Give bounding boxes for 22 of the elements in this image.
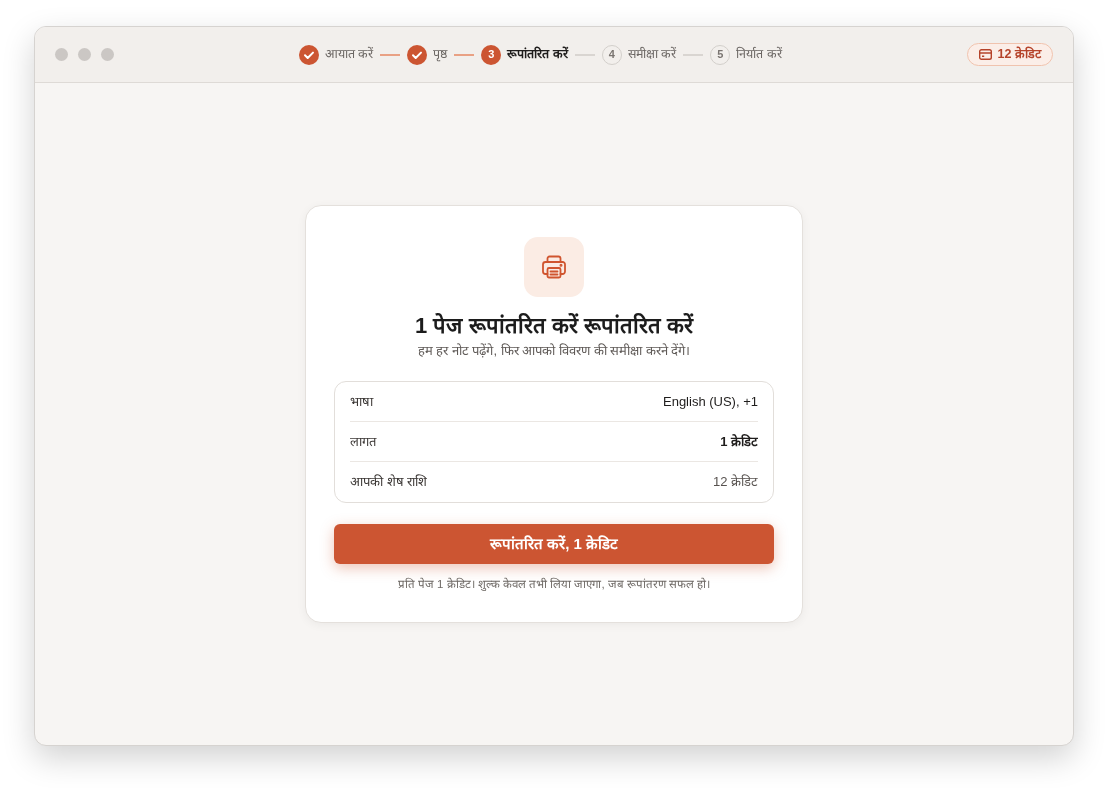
- step-number: 3: [481, 44, 502, 65]
- step-label: पृष्ठ: [433, 46, 448, 64]
- card-icon: [978, 49, 992, 60]
- step-label: समीक्षा करें: [627, 45, 677, 64]
- step-label: निर्यात करें: [736, 45, 782, 64]
- close-window-icon[interactable]: [55, 48, 68, 61]
- detail-label: लागत: [350, 432, 376, 451]
- step-label: आयात करें: [324, 45, 374, 64]
- step-label: रूपांतरित करें: [507, 45, 568, 64]
- footnote-text: प्रति पेज 1 क्रेडिट। शुल्क केवल तभी लिया जाएगा, जब रूपांतरण सफल हो।: [397, 576, 711, 592]
- dialog-title: 1 पेज रूपांतरित करें रूपांतरित करें: [415, 312, 693, 340]
- printer-icon: [524, 237, 584, 297]
- detail-label: आपकी शेष राशि: [350, 473, 428, 492]
- detail-value: English (US), +1: [663, 392, 758, 411]
- dialog-subtitle: हम हर नोट पढ़ेंगे, फिर आपको विवरण की समीक्षा करने देंगे।: [417, 342, 691, 360]
- minimize-window-icon[interactable]: [78, 48, 91, 61]
- convert-button[interactable]: रूपांतरित करें, 1 क्रेडिट: [334, 524, 774, 564]
- detail-value: 1 क्रेडिट: [720, 432, 758, 451]
- credits-badge[interactable]: 12 क्रेडिट: [966, 43, 1053, 66]
- zoom-window-icon[interactable]: [101, 48, 114, 61]
- detail-value: 12 क्रेडिट: [712, 473, 758, 492]
- detail-label: भाषा: [350, 392, 373, 411]
